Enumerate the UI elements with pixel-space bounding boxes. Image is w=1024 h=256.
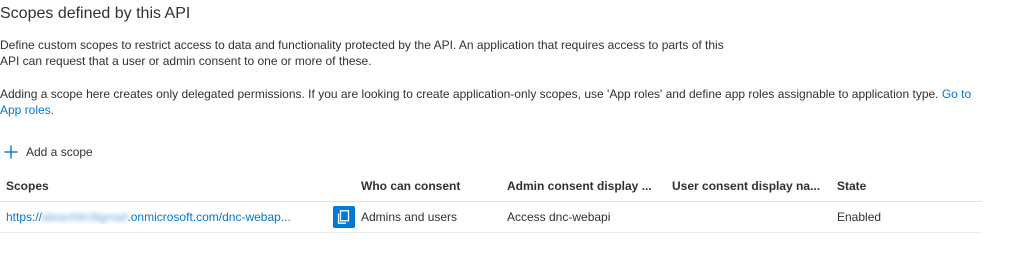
copy-icon[interactable] xyxy=(333,206,355,228)
scopes-description: Define custom scopes to restrict access … xyxy=(0,37,800,69)
scope-uri-suffix: .onmicrosoft.com/dnc-webap... xyxy=(127,210,291,225)
column-header-state[interactable]: State xyxy=(831,171,982,202)
table-row[interactable]: https://aleachlin3lgmail.onmicrosoft.com… xyxy=(0,201,982,233)
state-cell: Enabled xyxy=(831,201,982,233)
scope-cell: https://aleachlin3lgmail.onmicrosoft.com… xyxy=(0,201,355,233)
delegated-permissions-note: Adding a scope here creates only delegat… xyxy=(0,86,990,118)
column-header-who-can-consent[interactable]: Who can consent xyxy=(355,171,501,202)
scope-uri-prefix: https:// xyxy=(6,210,43,225)
user-consent-display-cell xyxy=(666,201,831,233)
add-scope-button[interactable]: Add a scope xyxy=(4,143,93,161)
scope-uri-redacted: aleachlin3lgmail xyxy=(42,210,128,225)
scope-uri-link[interactable]: https://aleachlin3lgmail.onmicrosoft.com… xyxy=(6,210,291,224)
delegated-note-text: Adding a scope here creates only delegat… xyxy=(0,87,942,101)
column-header-admin-consent-display[interactable]: Admin consent display ... xyxy=(501,171,666,202)
section-title: Scopes defined by this API xyxy=(0,5,191,22)
scopes-table: Scopes Who can consent Admin consent dis… xyxy=(0,171,982,233)
table-header-row: Scopes Who can consent Admin consent dis… xyxy=(0,171,982,202)
admin-consent-display-cell: Access dnc-webapi xyxy=(501,201,666,233)
add-scope-label: Add a scope xyxy=(26,145,93,159)
description-line-2: API can request that a user or admin con… xyxy=(0,54,372,68)
plus-icon xyxy=(4,145,18,159)
column-header-user-consent-display[interactable]: User consent display na... xyxy=(666,171,831,202)
description-line-1: Define custom scopes to restrict access … xyxy=(0,38,724,52)
column-header-scopes[interactable]: Scopes xyxy=(0,171,355,202)
who-can-consent-cell: Admins and users xyxy=(355,201,501,233)
